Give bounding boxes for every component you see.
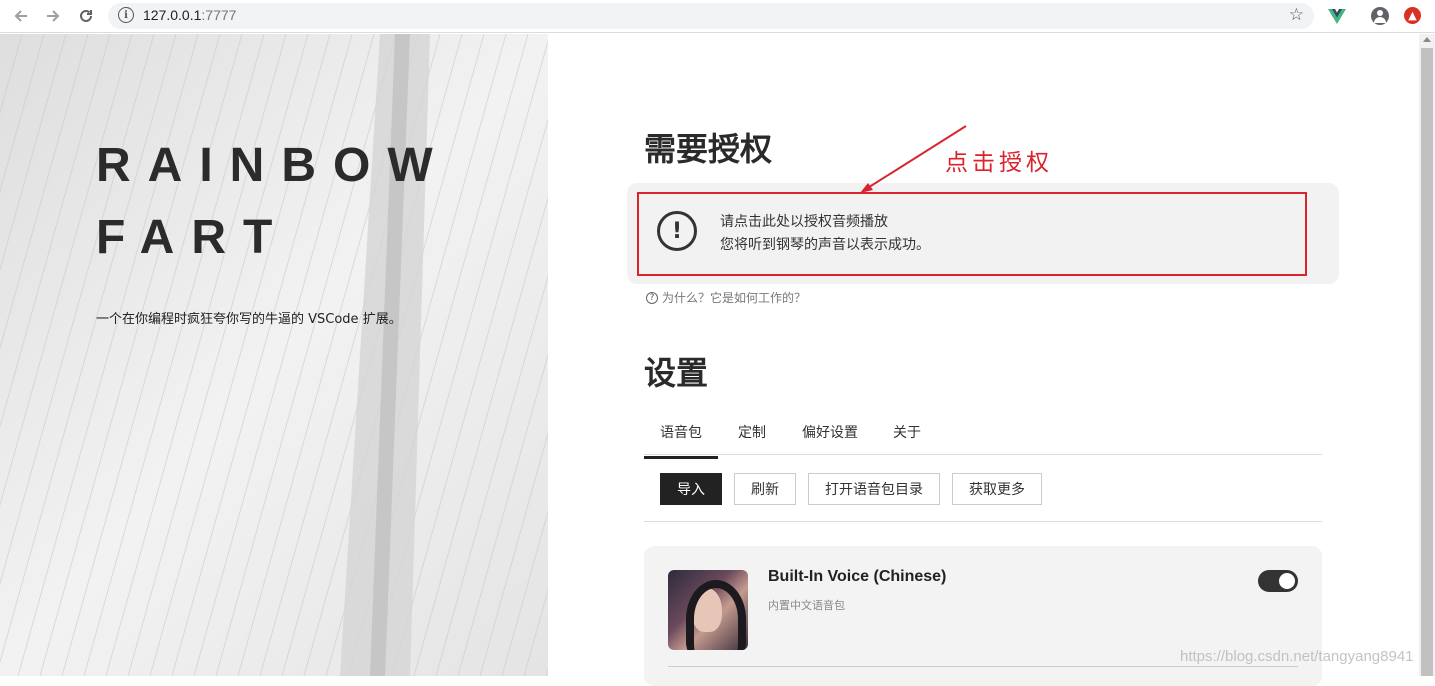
authorize-audio-button[interactable]: ! 请点击此处以授权音频播放 您将听到钢琴的声音以表示成功。 [627, 183, 1339, 284]
forward-arrow-icon[interactable] [42, 5, 64, 27]
get-more-button[interactable]: 获取更多 [952, 473, 1042, 505]
open-voice-dir-button[interactable]: 打开语音包目录 [808, 473, 940, 505]
info-icon[interactable]: i [118, 7, 134, 23]
main-content: 需要授权 ! 请点击此处以授权音频播放 您将听到钢琴的声音以表示成功。 点击授权… [548, 34, 1419, 686]
page-scrollbar[interactable] [1419, 34, 1435, 676]
watermark: https://blog.csdn.net/tangyang8941 [1180, 648, 1414, 665]
star-icon[interactable]: ☆ [1289, 5, 1304, 25]
why-link-text: 为什么？它是如何工作的？ [662, 291, 807, 305]
reload-icon[interactable] [75, 5, 97, 27]
annotation-label: 点击授权 [945, 150, 1053, 176]
voice-pack-name: Built-In Voice (Chinese) [768, 568, 947, 585]
address-bar[interactable]: i 127.0.0.1:7777 ☆ [108, 3, 1314, 29]
tab-customize[interactable]: 定制 [738, 422, 766, 456]
toggle-knob [1279, 573, 1295, 589]
tab-voice-packs[interactable]: 语音包 [644, 422, 718, 459]
url-text: 127.0.0.1:7777 [143, 7, 237, 23]
question-icon: ? [646, 291, 658, 304]
voice-pack-avatar [668, 570, 748, 650]
voice-pack-description: 内置中文语音包 [768, 599, 845, 612]
scroll-up-icon[interactable] [1423, 37, 1431, 42]
settings-tabs: 语音包 定制 偏好设置 关于 [644, 414, 1322, 459]
settings-heading: 设置 [644, 354, 709, 392]
browser-toolbar: i 127.0.0.1:7777 ☆ ▲ [0, 0, 1435, 33]
refresh-button[interactable]: 刷新 [734, 473, 796, 505]
auth-instruction: 请点击此处以授权音频播放 [720, 214, 888, 230]
import-button[interactable]: 导入 [660, 473, 722, 505]
tab-about[interactable]: 关于 [893, 422, 921, 456]
voice-pack-toggle[interactable] [1258, 570, 1298, 592]
account-icon[interactable] [1371, 7, 1389, 25]
exclamation-icon: ! [657, 211, 697, 251]
vue-devtools-icon[interactable] [1327, 6, 1347, 26]
building-background [0, 34, 548, 676]
extension-red-icon[interactable]: ▲ [1404, 7, 1421, 24]
auth-success-hint: 您将听到钢琴的声音以表示成功。 [720, 237, 930, 253]
hero-panel: RAINBOW FART 一个在你编程时疯狂夸你写的牛逼的 VSCode 扩展。 [0, 34, 548, 676]
card-divider [668, 666, 1298, 667]
hero-title-line1: RAINBOW [96, 139, 450, 192]
tab-preferences[interactable]: 偏好设置 [802, 422, 858, 456]
scroll-thumb[interactable] [1421, 48, 1433, 676]
toolbar-divider [644, 521, 1322, 522]
auth-heading: 需要授权 [644, 130, 773, 168]
hero-title-line2: FART [96, 211, 290, 264]
voice-pack-card: Built-In Voice (Chinese) 内置中文语音包 [644, 546, 1322, 686]
back-arrow-icon[interactable] [10, 5, 32, 27]
hero-description: 一个在你编程时疯狂夸你写的牛逼的 VSCode 扩展。 [96, 312, 402, 327]
why-link[interactable]: ? 为什么？它是如何工作的？ [646, 289, 806, 306]
